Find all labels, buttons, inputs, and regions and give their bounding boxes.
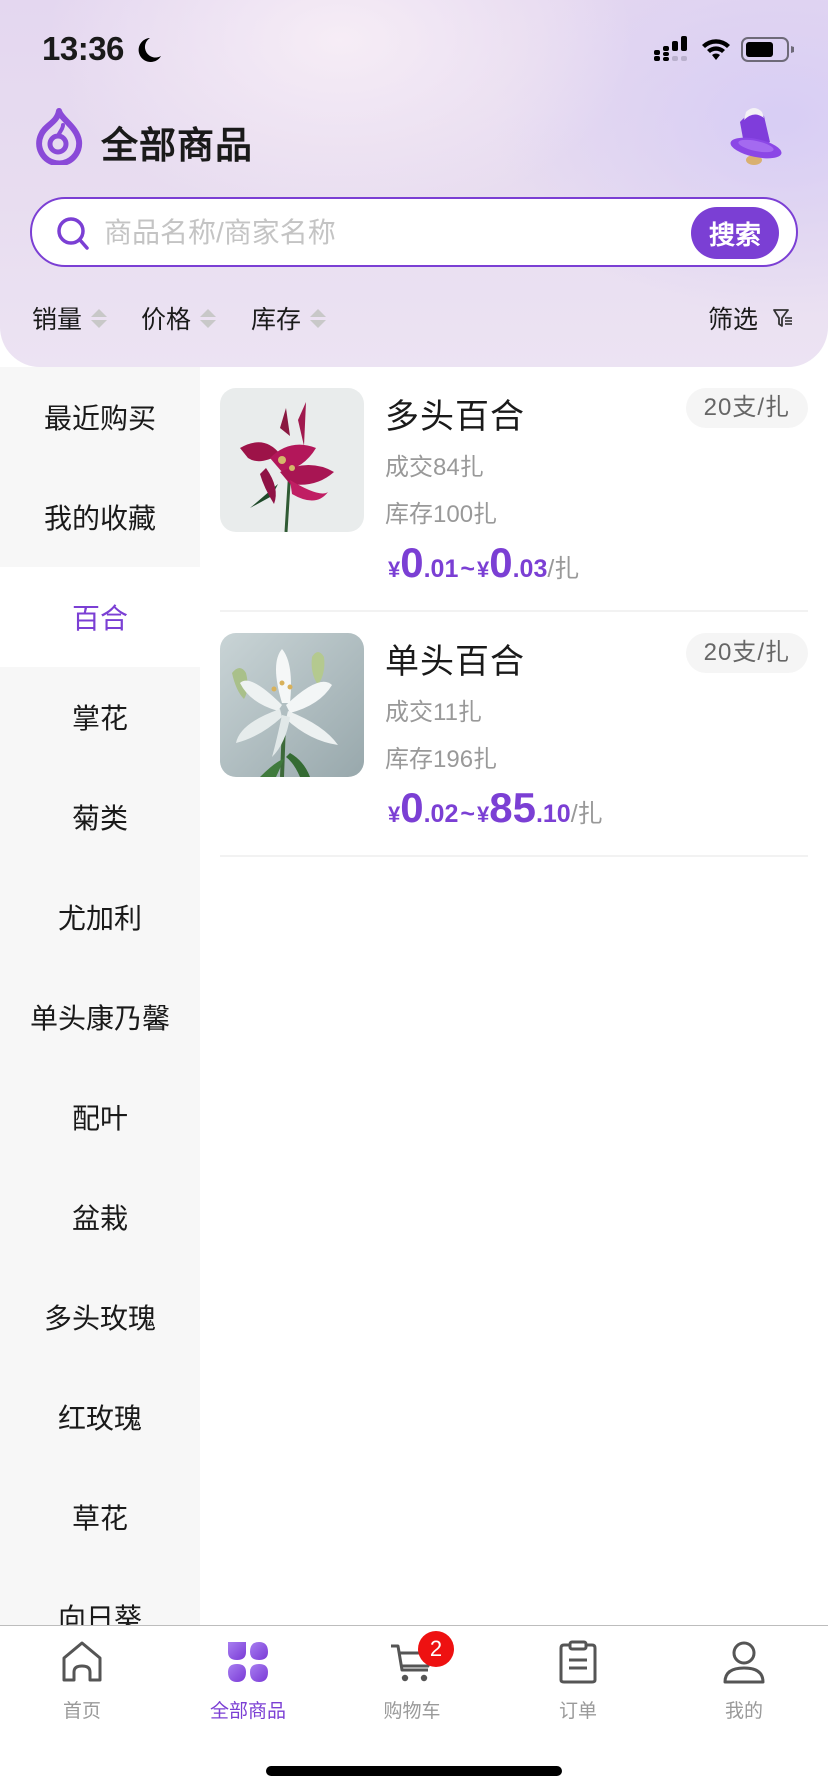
unit-badge: 20支/扎 [685, 633, 808, 673]
sort-arrows-icon [91, 308, 108, 328]
category-sidebar: 最近购买 我的收藏 百合 掌花 菊类 尤加利 单头康乃馨 配叶 盆栽 多头玫瑰 … [0, 367, 200, 1625]
price-range: ¥0.02~¥85.10/扎 [388, 784, 603, 832]
category-red-rose[interactable]: 红玫瑰 [0, 1367, 200, 1467]
currency-symbol: ¥ [476, 557, 490, 582]
product-list: 多头百合 20支/扎 成交84扎 库存100扎 ¥0.01~¥0.03/扎 单头… [200, 367, 828, 857]
product-name[interactable]: 单头百合 [385, 634, 525, 683]
tab-label: 订单 [558, 1701, 597, 1722]
search-input[interactable] [104, 209, 684, 257]
product-name[interactable]: 多头百合 [385, 389, 525, 438]
magenta-lily-photo [220, 388, 364, 532]
tab-profile[interactable]: 我的 [684, 1640, 804, 1723]
tab-label: 首页 [62, 1701, 101, 1722]
price-range-separator: ~ [460, 555, 475, 583]
order-icon [559, 1640, 597, 1684]
tab-cart[interactable]: 2 购物车 [352, 1631, 472, 1723]
category-lily[interactable]: 百合 [0, 567, 200, 667]
category-potted[interactable]: 盆栽 [0, 1167, 200, 1267]
category-chrysanthemum[interactable]: 菊类 [0, 767, 200, 867]
page-title: 全部商品 [101, 125, 253, 166]
category-spray-rose[interactable]: 多头玫瑰 [0, 1267, 200, 1367]
product-card[interactable]: 多头百合 20支/扎 成交84扎 库存100扎 ¥0.01~¥0.03/扎 [220, 367, 808, 612]
price-range: ¥0.01~¥0.03/扎 [388, 539, 579, 587]
sort-arrows-icon [200, 308, 217, 328]
product-image[interactable] [220, 633, 364, 777]
all-products-icon [228, 1642, 268, 1682]
price-max-dec: .03 [512, 555, 548, 583]
status-time: 13:36 [42, 30, 124, 67]
battery-icon [741, 37, 794, 62]
logo-icon [36, 108, 83, 165]
sort-by-price[interactable]: 价格 [141, 300, 217, 336]
category-recent-purchases[interactable]: 最近购买 [0, 367, 200, 467]
price-min-int: 0 [400, 539, 424, 586]
profile-icon [723, 1641, 765, 1684]
moon-icon [138, 38, 161, 62]
sort-arrows-icon [310, 308, 327, 328]
price-range-separator: ~ [460, 800, 475, 828]
sort-by-sales[interactable]: 销量 [32, 300, 108, 336]
price-min-dec: .01 [423, 555, 459, 583]
product-stock: 库存196扎 [385, 746, 498, 773]
price-min-dec: .02 [423, 800, 459, 828]
price-max-int: 0 [489, 539, 513, 586]
search-button[interactable]: 搜索 [691, 207, 779, 259]
product-sales: 成交11扎 [385, 699, 482, 726]
tab-label: 购物车 [383, 1701, 441, 1722]
price-unit: /扎 [570, 800, 603, 828]
product-sales: 成交84扎 [385, 454, 484, 481]
tab-home[interactable]: 首页 [22, 1640, 142, 1723]
product-image[interactable] [220, 388, 364, 532]
tab-orders[interactable]: 订单 [518, 1640, 638, 1723]
currency-symbol: ¥ [388, 557, 401, 582]
home-icon [62, 1641, 102, 1682]
signal-icon [654, 36, 687, 61]
filter-button[interactable]: 筛选 [708, 300, 794, 336]
currency-symbol: ¥ [476, 802, 490, 827]
product-stock: 库存100扎 [385, 501, 498, 528]
category-palm-flower[interactable]: 掌花 [0, 667, 200, 767]
currency-symbol: ¥ [388, 802, 401, 827]
home-indicator [266, 1766, 562, 1776]
category-single-carnation[interactable]: 单头康乃馨 [0, 967, 200, 1067]
filter-label: 筛选 [708, 306, 759, 334]
price-max-dec: .10 [535, 800, 571, 828]
sort-by-stock[interactable]: 库存 [251, 300, 327, 336]
category-herbaceous[interactable]: 草花 [0, 1467, 200, 1567]
cart-count-badge: 2 [418, 1631, 454, 1667]
wifi-icon [702, 39, 730, 60]
category-foliage[interactable]: 配叶 [0, 1067, 200, 1167]
price-max-int: 85 [489, 784, 536, 831]
search-icon [57, 217, 89, 250]
header: 13:36 全部商品 搜索 销量 [0, 0, 828, 367]
unit-badge: 20支/扎 [685, 388, 808, 428]
sort-label: 库存 [251, 306, 302, 334]
bell-icon[interactable] [726, 104, 788, 166]
tab-label: 我的 [724, 1701, 763, 1722]
price-unit: /扎 [547, 555, 580, 583]
category-favorites[interactable]: 我的收藏 [0, 467, 200, 567]
filter-icon [773, 309, 793, 327]
product-card[interactable]: 单头百合 20支/扎 成交11扎 库存196扎 ¥0.02~¥85.10/扎 [220, 612, 808, 857]
category-eucalyptus[interactable]: 尤加利 [0, 867, 200, 967]
search-bar: 搜索 [30, 197, 798, 267]
tab-all-products[interactable]: 全部商品 [188, 1640, 308, 1723]
category-sunflower[interactable]: 向日葵 [0, 1567, 200, 1625]
sort-label: 价格 [141, 306, 192, 334]
sort-label: 销量 [32, 306, 83, 334]
price-min-int: 0 [400, 784, 424, 831]
white-lily-photo [220, 633, 364, 777]
tab-label: 全部商品 [209, 1701, 286, 1722]
